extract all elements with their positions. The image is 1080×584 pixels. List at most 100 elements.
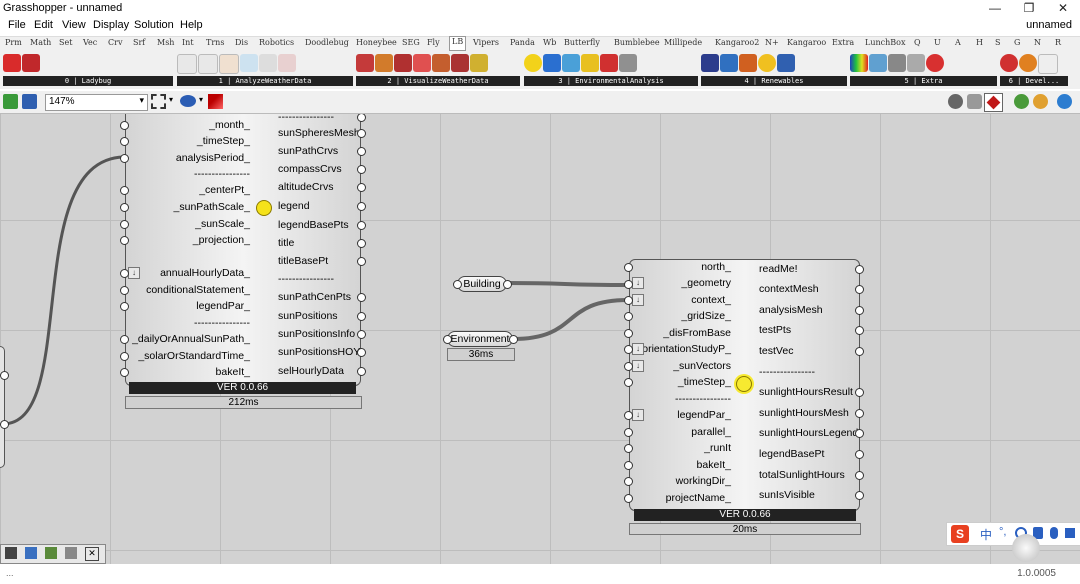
environment-param[interactable]: Environment [447,331,513,347]
flatten-icon[interactable]: ↓ [632,343,644,355]
sun-icon[interactable] [758,54,776,72]
tab-kangaroo2[interactable]: Kangaroo2 [715,38,759,47]
input-grip[interactable] [624,312,633,321]
tab-math[interactable]: Math [30,38,51,47]
offscreen-component[interactable] [0,346,5,468]
chart-icon[interactable] [356,54,374,72]
output-grip[interactable] [855,285,864,294]
chart-icon[interactable] [394,54,412,72]
ladybug-icon[interactable] [1000,54,1018,72]
zoom-extents-icon[interactable] [151,94,166,109]
input-grip[interactable] [624,362,633,371]
input-grip[interactable] [624,461,633,470]
flatten-icon[interactable]: ↓ [632,409,644,421]
tab-wb[interactable]: Wb [543,38,556,47]
minimize-icon[interactable]: — [978,0,1012,17]
tab-int[interactable]: Int [182,38,194,47]
input-grip[interactable] [120,335,129,344]
save-file-icon[interactable] [22,94,37,109]
input-grip[interactable] [624,411,633,420]
tab-extra[interactable]: Extra [832,38,854,47]
menu-help[interactable]: Help [180,19,203,31]
input-grip[interactable] [120,302,129,311]
input-grip[interactable] [120,368,129,377]
input-grip[interactable] [120,137,129,146]
tab-g[interactable]: G [1014,38,1020,47]
input-grip[interactable] [120,352,129,361]
chart-icon[interactable] [240,54,258,72]
input-grip[interactable] [624,296,633,305]
tab-srf[interactable]: Srf [133,38,145,47]
chevron-down-icon[interactable]: ▾ [169,95,173,104]
ladybug-icon[interactable] [3,54,21,72]
ny-icon[interactable] [1038,54,1058,74]
eye-icon[interactable] [180,95,196,107]
tab-butterfly[interactable]: Butterfly [564,38,600,47]
microphone-icon[interactable] [1050,527,1058,539]
tool-icon[interactable] [619,54,637,72]
tab-bumblebee[interactable]: Bumblebee [614,38,660,47]
chart-icon[interactable] [413,54,431,72]
input-grip[interactable] [120,203,129,212]
input-grip[interactable] [120,121,129,130]
output-grip[interactable] [357,348,366,357]
input-grip[interactable] [624,428,633,437]
output-grip[interactable] [855,326,864,335]
output-grip[interactable] [357,257,366,266]
sort-icon[interactable] [219,54,239,74]
input-grip[interactable] [120,186,129,195]
output-grip[interactable] [357,129,366,138]
tab-robotics[interactable]: Robotics [259,38,294,47]
input-grip[interactable] [120,269,129,278]
output-grip[interactable] [855,347,864,356]
tab-u[interactable]: U [934,38,941,47]
navigation-wheel-icon[interactable] [1012,534,1040,562]
menu-display[interactable]: Display [93,19,129,31]
input-grip[interactable] [624,345,633,354]
plot-icon[interactable] [278,54,296,72]
output-grip[interactable] [855,471,864,480]
color-icon[interactable] [869,54,887,72]
output-grip[interactable] [0,420,9,429]
menu-solution[interactable]: Solution [134,19,174,31]
tab-kangaroo[interactable]: Kangaroo [787,38,826,47]
menu-view[interactable]: View [62,19,86,31]
output-grip[interactable] [357,221,366,230]
pv-icon[interactable] [720,54,738,72]
tab-prm[interactable]: Prm [5,38,22,47]
input-grip[interactable] [624,378,633,387]
output-grip[interactable] [509,335,518,344]
walker-icon[interactable] [888,54,906,72]
panel-icon[interactable] [777,54,795,72]
binary-icon[interactable] [198,54,218,74]
tab-vipers[interactable]: Vipers [473,38,499,47]
sketch-icon[interactable] [208,94,223,109]
input-grip[interactable] [624,263,633,272]
output-grip[interactable] [357,202,366,211]
tab-lb[interactable]: LB [449,36,467,51]
ladybug-icon[interactable] [1019,54,1037,72]
thermal-icon[interactable] [739,54,757,72]
output-grip[interactable] [855,265,864,274]
preview-selected-icon[interactable] [984,93,1003,112]
output-grip[interactable] [855,450,864,459]
output-grip[interactable] [357,183,366,192]
sun-icon[interactable] [581,54,599,72]
ladybug-icon[interactable] [22,54,40,72]
preview-wire-icon[interactable] [948,94,963,109]
tab-lunchbox[interactable]: LunchBox [865,38,905,47]
maximize-icon[interactable]: ❐ [1012,0,1046,17]
copy-icon[interactable] [65,547,77,559]
tab-panda[interactable]: Panda [510,38,535,47]
pv-icon[interactable] [701,54,719,72]
output-grip[interactable] [357,293,366,302]
shade-icon[interactable] [600,54,618,72]
input-grip[interactable] [624,329,633,338]
output-grip[interactable] [855,388,864,397]
tab-crv[interactable]: Crv [108,38,122,47]
output-grip[interactable] [855,491,864,500]
menu-edit[interactable]: Edit [34,19,53,31]
chart-icon[interactable] [451,54,469,72]
tab-doodlebug[interactable]: Doodlebug [305,38,349,47]
output-grip[interactable] [357,312,366,321]
